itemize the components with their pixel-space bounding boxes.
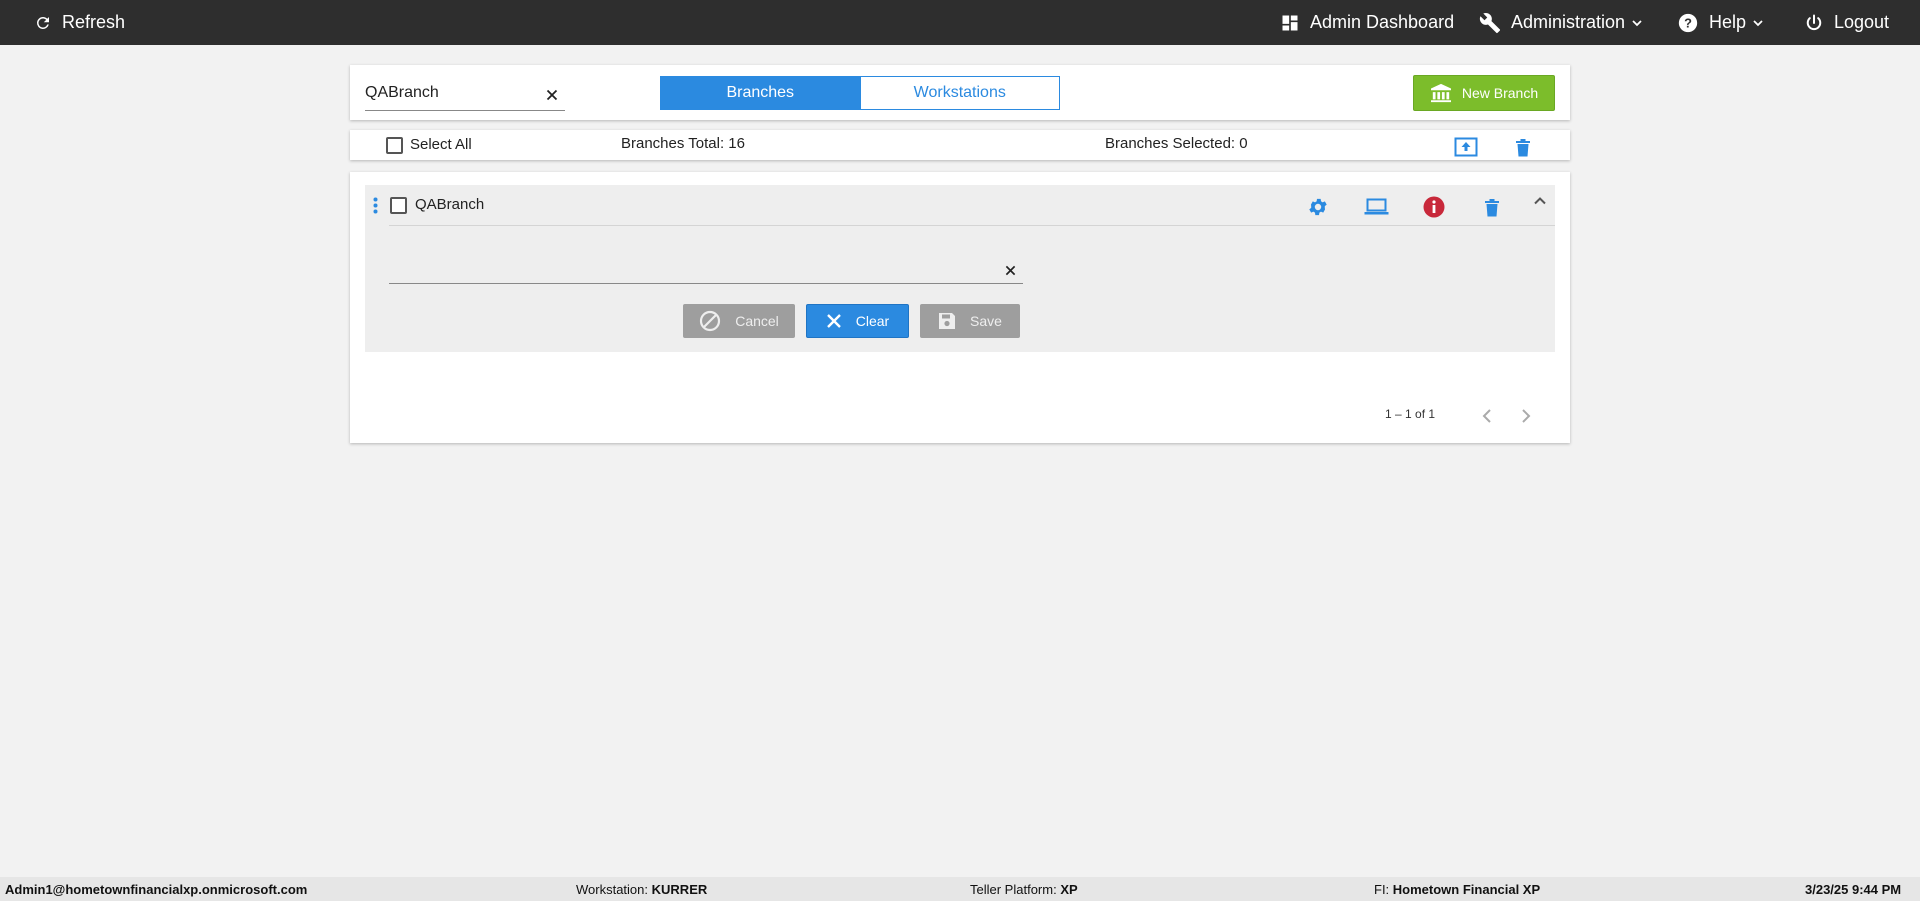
branch-settings-button[interactable] [1306, 195, 1330, 219]
branch-edit-field [389, 257, 1023, 284]
cancel-button[interactable]: Cancel [683, 304, 795, 338]
footer-workstation: Workstation: KURRER [576, 882, 707, 897]
branch-workstations-button[interactable] [1363, 195, 1389, 219]
collapse-button[interactable] [1532, 193, 1548, 209]
upload-button[interactable] [1454, 136, 1478, 158]
row-divider [389, 225, 1555, 226]
previous-page-button[interactable] [1479, 406, 1495, 426]
help-icon: ? [1677, 12, 1699, 34]
refresh-label: Refresh [62, 12, 126, 32]
workstation-value: KURRER [651, 882, 708, 897]
chevron-down-icon [1752, 17, 1764, 29]
chevron-left-icon [1482, 409, 1491, 423]
save-label: Save [970, 313, 1002, 329]
footer-datetime: 3/23/25 9:44 PM [1805, 882, 1902, 897]
dashboard-icon [1280, 13, 1300, 33]
search-field [365, 80, 565, 111]
save-button[interactable]: Save [920, 304, 1020, 338]
cancel-label: Cancel [735, 313, 779, 329]
bank-icon [1430, 83, 1452, 103]
administration-menu[interactable]: Administration [1479, 0, 1643, 45]
refresh-button[interactable]: Refresh [34, 0, 125, 45]
footer-platform: Teller Platform: XP [970, 882, 1078, 897]
more-options-button[interactable] [372, 196, 378, 214]
branches-selected: Branches Selected: 0 [1105, 135, 1248, 152]
laptop-icon [1364, 198, 1388, 215]
platform-label: Teller Platform: [970, 882, 1057, 897]
close-icon [1005, 265, 1015, 275]
clear-button[interactable]: Clear [806, 304, 909, 338]
delete-selected-button[interactable] [1513, 136, 1533, 158]
workstation-label: Workstation: [576, 882, 649, 897]
next-page-button[interactable] [1518, 406, 1534, 426]
new-branch-label: New Branch [1461, 85, 1539, 101]
clear-edit-button[interactable] [1001, 261, 1019, 279]
help-menu[interactable]: ? Help [1677, 0, 1764, 45]
pagination-range: 1 – 1 of 1 [1385, 407, 1436, 421]
branch-info-button[interactable] [1422, 195, 1446, 219]
help-label: Help [1709, 12, 1747, 32]
logout-button[interactable]: Logout [1804, 0, 1889, 45]
svg-text:?: ? [1684, 15, 1692, 30]
gear-icon [1309, 198, 1327, 216]
close-icon [546, 89, 558, 101]
new-branch-button[interactable]: New Branch [1413, 75, 1555, 111]
admin-dashboard-link[interactable]: Admin Dashboard [1280, 0, 1454, 45]
select-all-label: Select All [410, 136, 472, 153]
trash-icon [1485, 198, 1499, 216]
upload-icon [1454, 137, 1478, 157]
status-bar: Admin1@hometownfinancialxp.onmicrosoft.c… [0, 877, 1920, 901]
wrench-icon [1479, 12, 1501, 34]
branch-checkbox[interactable] [390, 197, 407, 214]
branch-name: QABranch [415, 196, 485, 213]
refresh-icon [34, 14, 52, 32]
info-icon [1423, 196, 1445, 218]
select-all-checkbox[interactable] [386, 137, 403, 154]
floppy-icon [938, 312, 956, 330]
branch-edit-input[interactable] [389, 259, 989, 279]
clear-search-button[interactable] [543, 86, 561, 104]
chevron-right-icon [1522, 409, 1531, 423]
chevron-up-icon [1534, 197, 1546, 205]
footer-user: Admin1@hometownfinancialxp.onmicrosoft.c… [5, 882, 308, 897]
tab-workstations[interactable]: Workstations [859, 77, 1059, 109]
fi-label: FI: [1374, 882, 1390, 897]
search-input[interactable] [365, 82, 540, 104]
trash-icon [1516, 138, 1530, 156]
footer-fi: FI: Hometown Financial XP [1374, 882, 1540, 897]
logout-label: Logout [1834, 12, 1890, 32]
view-tabs: Branches Workstations [660, 76, 1060, 110]
fi-value: Hometown Financial XP [1392, 882, 1541, 897]
clear-label: Clear [855, 313, 890, 329]
administration-label: Administration [1511, 12, 1626, 32]
top-navigation-bar: Refresh Admin Dashboard Administration ?… [0, 0, 1920, 45]
tab-branches[interactable]: Branches [661, 77, 860, 109]
chevron-down-icon [1631, 17, 1643, 29]
branch-delete-button[interactable] [1482, 195, 1502, 219]
platform-value: XP [1060, 882, 1078, 897]
branches-total: Branches Total: 16 [621, 135, 745, 152]
close-icon [826, 313, 842, 329]
admin-dashboard-label: Admin Dashboard [1310, 12, 1455, 32]
power-icon [1804, 13, 1824, 33]
selection-toolbar [350, 130, 1570, 160]
more-vert-icon [373, 197, 377, 213]
branch-row: QABranch Cancel Clear Save [365, 185, 1555, 352]
cancel-icon [699, 310, 721, 332]
